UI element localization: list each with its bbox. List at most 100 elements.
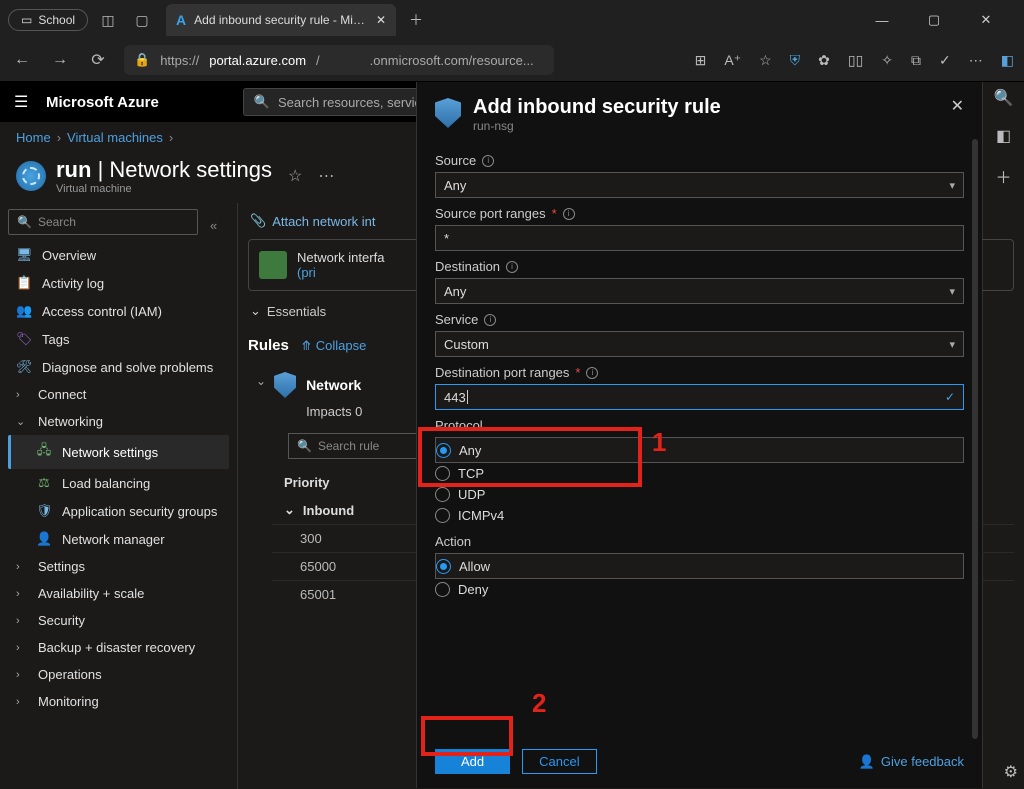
new-tab-icon[interactable]: ＋ [402, 6, 430, 34]
sidebar-item-network-settings[interactable]: 🖧Network settings [8, 435, 229, 469]
sidebar-item-label: Security [38, 613, 85, 628]
sidebar-item-load-balancing[interactable]: ⚖Load balancing [8, 469, 229, 497]
azure-favicon-icon: A [176, 12, 186, 28]
azure-brand[interactable]: Microsoft Azure [46, 94, 159, 111]
sidebar-item-operations[interactable]: Operations [8, 661, 229, 688]
url-box[interactable]: 🔒 https://portal.azure.com/ .onmicrosoft… [124, 45, 554, 75]
dest-ports-input[interactable]: 443✓ [435, 384, 964, 410]
info-icon[interactable]: i [506, 261, 518, 273]
radio-dot [435, 487, 450, 502]
inbound-label: Inbound [303, 503, 354, 518]
minimize-button[interactable]: ― [862, 5, 902, 35]
close-window-button[interactable]: ✕ [966, 5, 1006, 35]
nic-text: Network interfa (pri [297, 250, 384, 280]
extensions-icon[interactable]: ✿ [818, 52, 830, 69]
source-select[interactable]: Any▾ [435, 172, 964, 198]
radio-dot [436, 559, 451, 574]
sidebar-item-backup[interactable]: Backup + disaster recovery [8, 634, 229, 661]
sidebar-item-label: Network settings [62, 445, 158, 460]
url-crumb: .onmicrosoft.com/resource... [370, 53, 534, 68]
radio-label: Allow [459, 559, 490, 574]
collections-icon[interactable]: ⧉ [911, 52, 921, 69]
radio-label: TCP [458, 466, 484, 481]
action-allow-radio[interactable]: Allow [435, 553, 964, 579]
browser-tab[interactable]: A Add inbound security rule - Micro ✕ [166, 4, 396, 36]
sidebar-search[interactable]: 🔍 Search [8, 209, 198, 235]
destination-label: Destination [435, 259, 500, 274]
sidebar-item-availability[interactable]: Availability + scale [8, 580, 229, 607]
back-button[interactable]: ← [10, 51, 34, 69]
cancel-button[interactable]: Cancel [522, 749, 596, 774]
protocol-udp-radio[interactable]: UDP [435, 484, 964, 505]
info-icon[interactable]: i [484, 314, 496, 326]
sidebar-item-label: Connect [38, 387, 86, 402]
essentials-label: Essentials [267, 304, 326, 319]
more-icon[interactable]: ⋯ [969, 52, 983, 69]
action-deny-radio[interactable]: Deny [435, 579, 964, 600]
service-select[interactable]: Custom▾ [435, 331, 964, 357]
netmgr-icon: 👤 [36, 531, 52, 547]
info-icon[interactable]: i [482, 155, 494, 167]
favorites-bar-icon[interactable]: ✧ [881, 52, 893, 69]
info-icon[interactable]: i [586, 367, 598, 379]
crumb-home[interactable]: Home [16, 130, 51, 145]
workspaces-icon[interactable]: ◫ [94, 6, 122, 34]
crumb-vms[interactable]: Virtual machines [67, 130, 163, 145]
url-domain: portal.azure.com [209, 53, 306, 68]
give-feedback-link[interactable]: 👤Give feedback [859, 754, 964, 770]
sidebar-item-activity[interactable]: 📋Activity log [8, 269, 229, 297]
protocol-icmp-radio[interactable]: ICMPv4 [435, 505, 964, 526]
resource-more-icon[interactable]: ⋯ [318, 166, 334, 186]
maximize-button[interactable]: ▢ [914, 5, 954, 35]
rules-label: Rules [248, 337, 289, 354]
add-button[interactable]: Add [435, 749, 510, 774]
sidebar-item-asg[interactable]: 🛡Application security groups [8, 497, 229, 525]
close-blade-button[interactable]: ✕ [951, 96, 964, 116]
tab-bar: ▭ School ◫ ▢ A Add inbound security rule… [0, 0, 1024, 40]
sidebar-collapse-icon[interactable]: « [204, 218, 217, 233]
field-dest-ports: Destination port ranges*i 443✓ [435, 365, 964, 410]
refresh-button[interactable]: ⟳ [86, 50, 110, 70]
destination-select[interactable]: Any▾ [435, 278, 964, 304]
sidebar-item-security[interactable]: Security [8, 607, 229, 634]
sidebar-item-networking[interactable]: Networking [8, 408, 229, 435]
collapse-all-button[interactable]: ⤊Collapse [301, 338, 367, 354]
sidebar-item-label: Diagnose and solve problems [42, 360, 213, 375]
pin-icon[interactable]: ☆ [288, 166, 302, 186]
sidebar-item-connect[interactable]: Connect [8, 381, 229, 408]
rail-search-icon[interactable]: 🔍 [994, 88, 1014, 108]
forward-button[interactable]: → [48, 51, 72, 69]
copilot-sidebar-icon[interactable]: ◧ [1001, 52, 1014, 69]
apps-icon[interactable]: ⊞ [695, 52, 707, 69]
rail-chat-icon[interactable]: ◧ [996, 126, 1011, 146]
read-aloud-icon[interactable]: A⁺ [724, 52, 741, 69]
blade-footer: Add Cancel 👤Give feedback [417, 739, 982, 788]
protocol-tcp-radio[interactable]: TCP [435, 463, 964, 484]
sidebar-item-overview[interactable]: 🖥Overview [8, 241, 229, 269]
rail-add-icon[interactable]: ＋ [995, 164, 1011, 188]
school-pill[interactable]: ▭ School [8, 9, 88, 31]
sidebar-item-label: Access control (IAM) [42, 304, 162, 319]
protocol-any-radio[interactable]: Any [435, 437, 964, 463]
radio-dot [436, 443, 451, 458]
split-icon[interactable]: ▯▯ [848, 52, 863, 69]
sync-icon[interactable]: ✓ [939, 52, 951, 69]
chevron-down-icon[interactable]: ⌄ [256, 366, 266, 388]
sidebar-item-tags[interactable]: 🏷Tags [8, 325, 229, 353]
tab-overview-icon[interactable]: ▢ [128, 6, 156, 34]
sidebar-item-monitoring[interactable]: Monitoring [8, 688, 229, 715]
close-tab-icon[interactable]: ✕ [376, 13, 386, 27]
sidebar-item-diagnose[interactable]: 🛠Diagnose and solve problems [8, 353, 229, 381]
destination-value: Any [444, 284, 466, 299]
shield-ext-icon[interactable]: ⛨ [790, 52, 801, 69]
sidebar-item-network-manager[interactable]: 👤Network manager [8, 525, 229, 553]
favorite-icon[interactable]: ☆ [759, 52, 772, 69]
sidebar-item-label: Load balancing [62, 476, 150, 491]
sidebar-item-settings[interactable]: Settings [8, 553, 229, 580]
hamburger-icon[interactable]: ☰ [14, 92, 32, 112]
source-ports-input[interactable]: * [435, 225, 964, 251]
sidebar-item-iam[interactable]: 👥Access control (IAM) [8, 297, 229, 325]
chevron-down-icon: ⌄ [284, 502, 295, 518]
service-value: Custom [444, 337, 489, 352]
info-icon[interactable]: i [563, 208, 575, 220]
